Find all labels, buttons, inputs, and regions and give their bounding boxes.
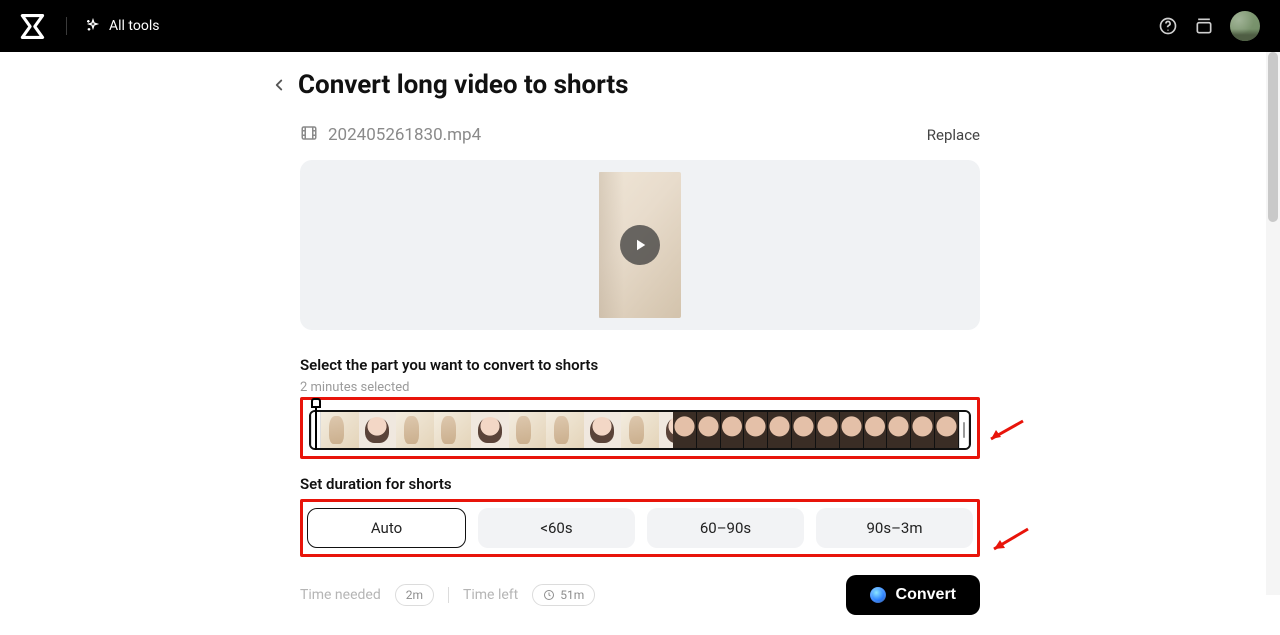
file-name: 202405261830.mp4 xyxy=(328,125,481,145)
help-icon[interactable] xyxy=(1158,16,1178,36)
all-tools-label: All tools xyxy=(109,18,159,34)
frame xyxy=(359,412,397,448)
scrollbar[interactable] xyxy=(1266,52,1280,595)
frame xyxy=(321,412,359,448)
divider xyxy=(448,587,449,603)
play-icon[interactable] xyxy=(620,225,660,265)
file-row: 202405261830.mp4 Replace xyxy=(300,124,980,146)
selection-subtext: 2 minutes selected xyxy=(300,380,980,395)
top-bar-left: All tools xyxy=(20,14,159,39)
content: Convert long video to shorts 20240526183… xyxy=(300,70,980,635)
dark-segment xyxy=(673,412,959,448)
top-bar-right xyxy=(1158,11,1260,41)
convert-label: Convert xyxy=(896,586,956,604)
frame xyxy=(434,412,472,448)
scrollbar-thumb[interactable] xyxy=(1268,52,1278,222)
replace-button[interactable]: Replace xyxy=(927,126,980,144)
time-left-chip: 51m xyxy=(532,584,595,606)
frame xyxy=(546,412,584,448)
video-preview[interactable] xyxy=(300,160,980,330)
frame xyxy=(584,412,622,448)
all-tools-button[interactable]: All tools xyxy=(85,18,159,34)
playhead[interactable] xyxy=(311,398,321,450)
page-title: Convert long video to shorts xyxy=(298,70,629,100)
footer-row: Time needed 2m Time left 51m Convert xyxy=(300,575,980,615)
time-left-value: 51m xyxy=(560,588,584,602)
time-needed-chip: 2m xyxy=(395,584,434,606)
frame xyxy=(509,412,547,448)
project-queue-icon[interactable] xyxy=(1194,16,1214,36)
frame xyxy=(621,412,659,448)
frame xyxy=(396,412,434,448)
duration-option-60-90s[interactable]: 60–90s xyxy=(647,508,804,548)
duration-option-auto[interactable]: Auto xyxy=(307,508,466,548)
ai-orb-icon xyxy=(870,587,886,603)
trim-handle-right[interactable] xyxy=(959,412,969,448)
capcut-logo[interactable] xyxy=(20,14,48,39)
avatar[interactable] xyxy=(1230,11,1260,41)
duration-heading: Set duration for shorts xyxy=(300,475,980,493)
sparkle-icon xyxy=(85,18,101,34)
timeline-container xyxy=(300,397,980,459)
file-info: 202405261830.mp4 xyxy=(300,124,481,146)
duration-option-60s[interactable]: <60s xyxy=(478,508,635,548)
title-row: Convert long video to shorts xyxy=(270,70,980,100)
divider xyxy=(66,17,67,35)
timeline-track[interactable] xyxy=(309,410,971,450)
time-meta: Time needed 2m Time left 51m xyxy=(300,584,595,606)
duration-options: Auto <60s 60–90s 90s–3m xyxy=(300,499,980,557)
back-button[interactable] xyxy=(270,76,288,94)
annotation-arrow xyxy=(985,419,1025,445)
time-needed-value: 2m xyxy=(406,588,423,602)
video-thumbnail xyxy=(599,172,681,318)
duration-option-90s-3m[interactable]: 90s–3m xyxy=(816,508,973,548)
frame xyxy=(471,412,509,448)
film-icon xyxy=(300,124,318,146)
convert-button[interactable]: Convert xyxy=(846,575,980,615)
top-bar: All tools xyxy=(0,0,1280,52)
annotation-arrow xyxy=(986,527,1030,555)
time-needed-label: Time needed xyxy=(300,587,381,603)
time-left-label: Time left xyxy=(463,587,518,603)
selection-heading: Select the part you want to convert to s… xyxy=(300,356,980,374)
